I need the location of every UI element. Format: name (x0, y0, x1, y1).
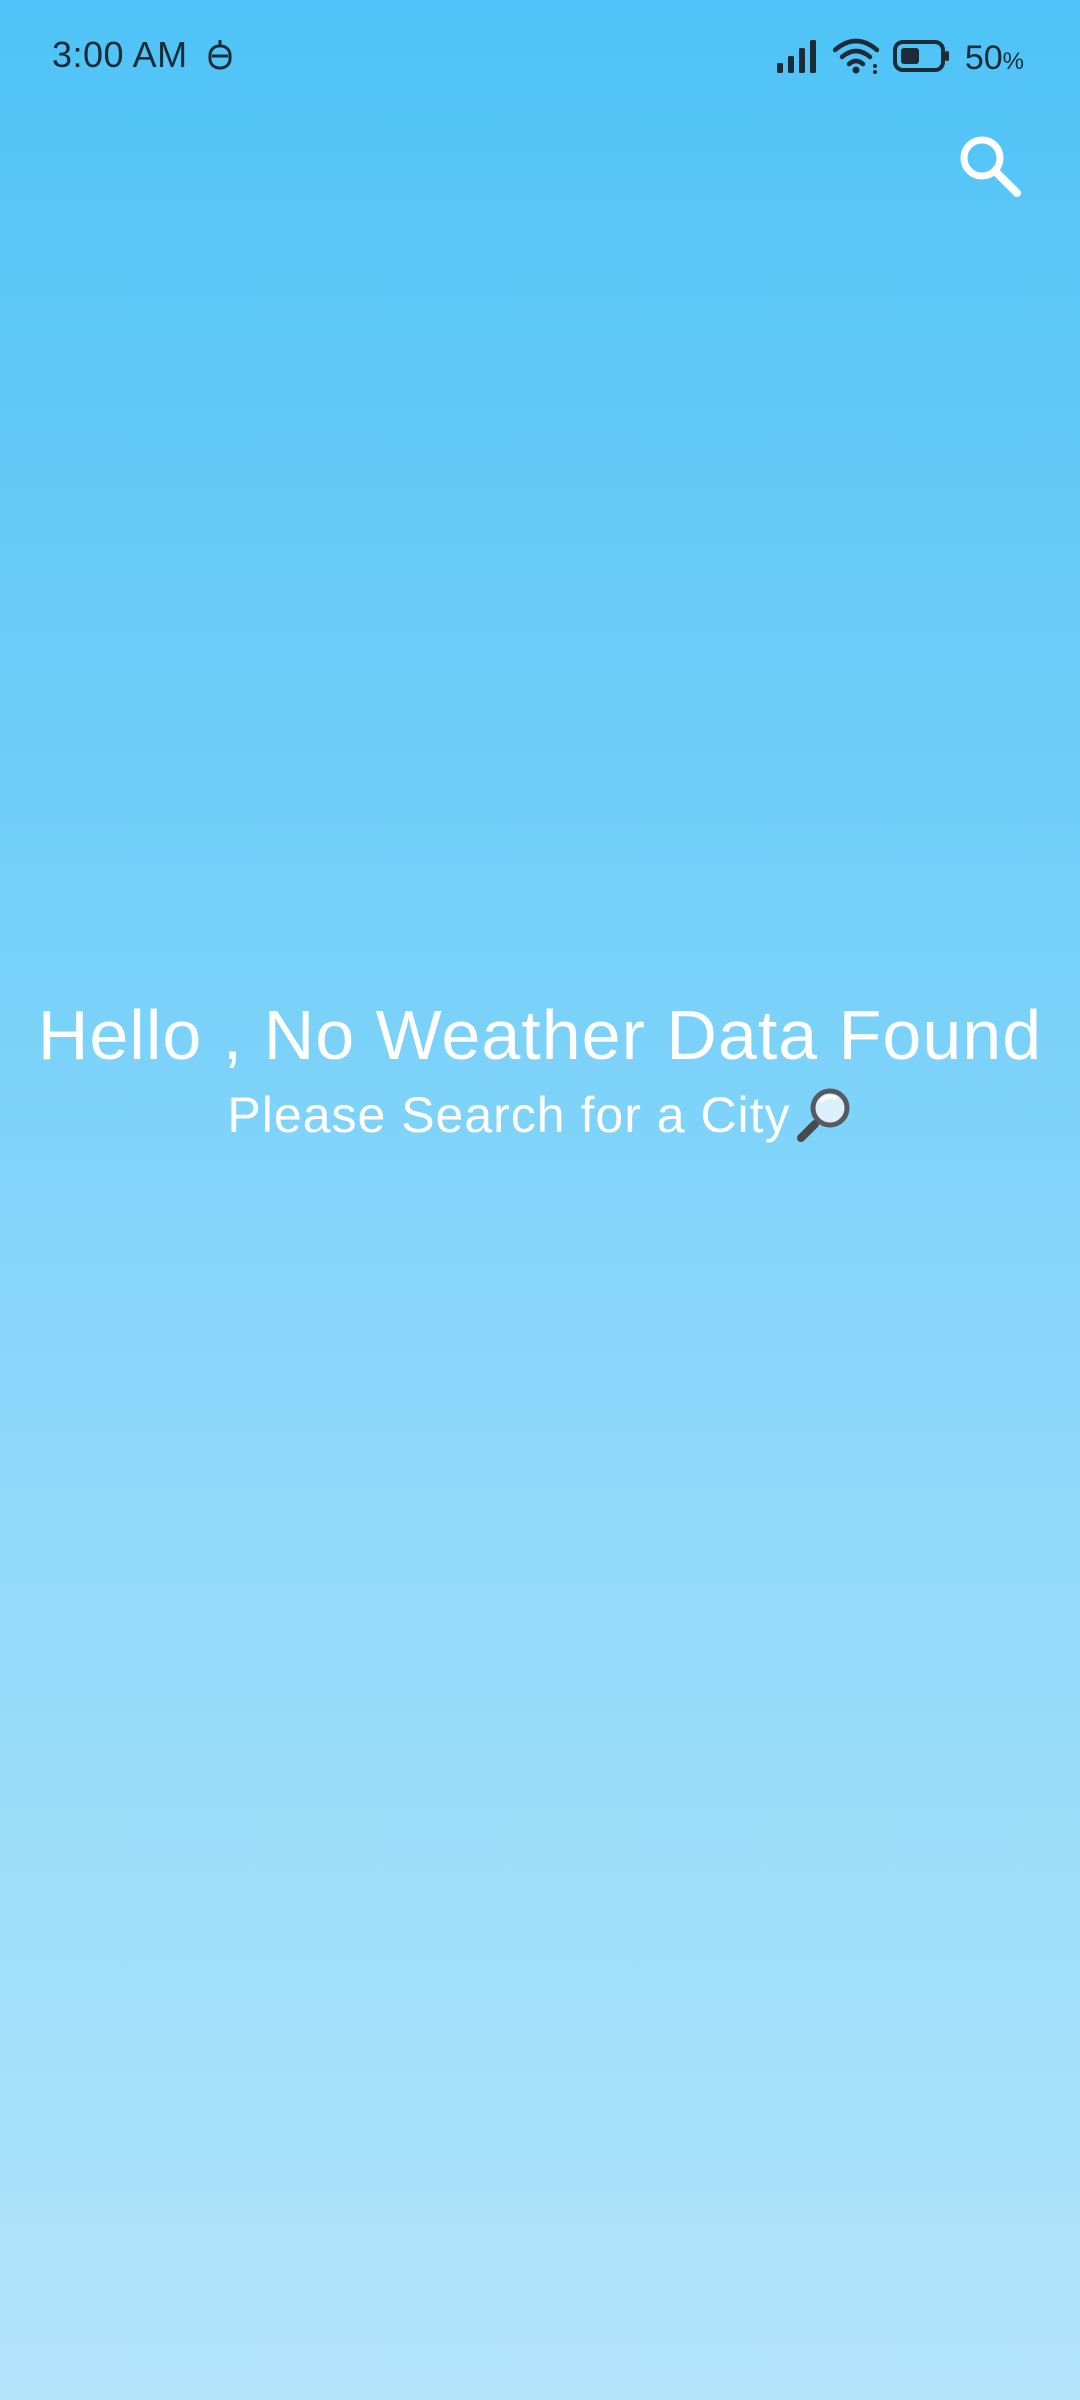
battery-icon (892, 39, 951, 77)
battery-percent-value: 50 (964, 38, 1003, 77)
signal-icon (775, 39, 819, 78)
magnifier-emoji-icon (795, 1086, 853, 1144)
status-time: 3:00 AM (52, 34, 188, 75)
search-icon (957, 133, 1023, 204)
empty-state-title: Hello , No Weather Data Found (37, 996, 1043, 1074)
empty-state-subtitle-row: Please Search for a City (227, 1080, 852, 1150)
empty-state-subtitle: Please Search for a City (227, 1087, 791, 1143)
status-bar: 3:00 AM 50% (0, 0, 1080, 110)
empty-state: Hello , No Weather Data Found Please Sea… (0, 990, 1080, 1150)
battery-percentage: 50% (965, 39, 1024, 78)
search-button[interactable] (950, 128, 1030, 208)
status-icons: 50% (775, 36, 1024, 80)
notification-icon (206, 38, 234, 72)
battery-percent-unit: % (1002, 47, 1024, 75)
wifi-icon (832, 38, 880, 79)
